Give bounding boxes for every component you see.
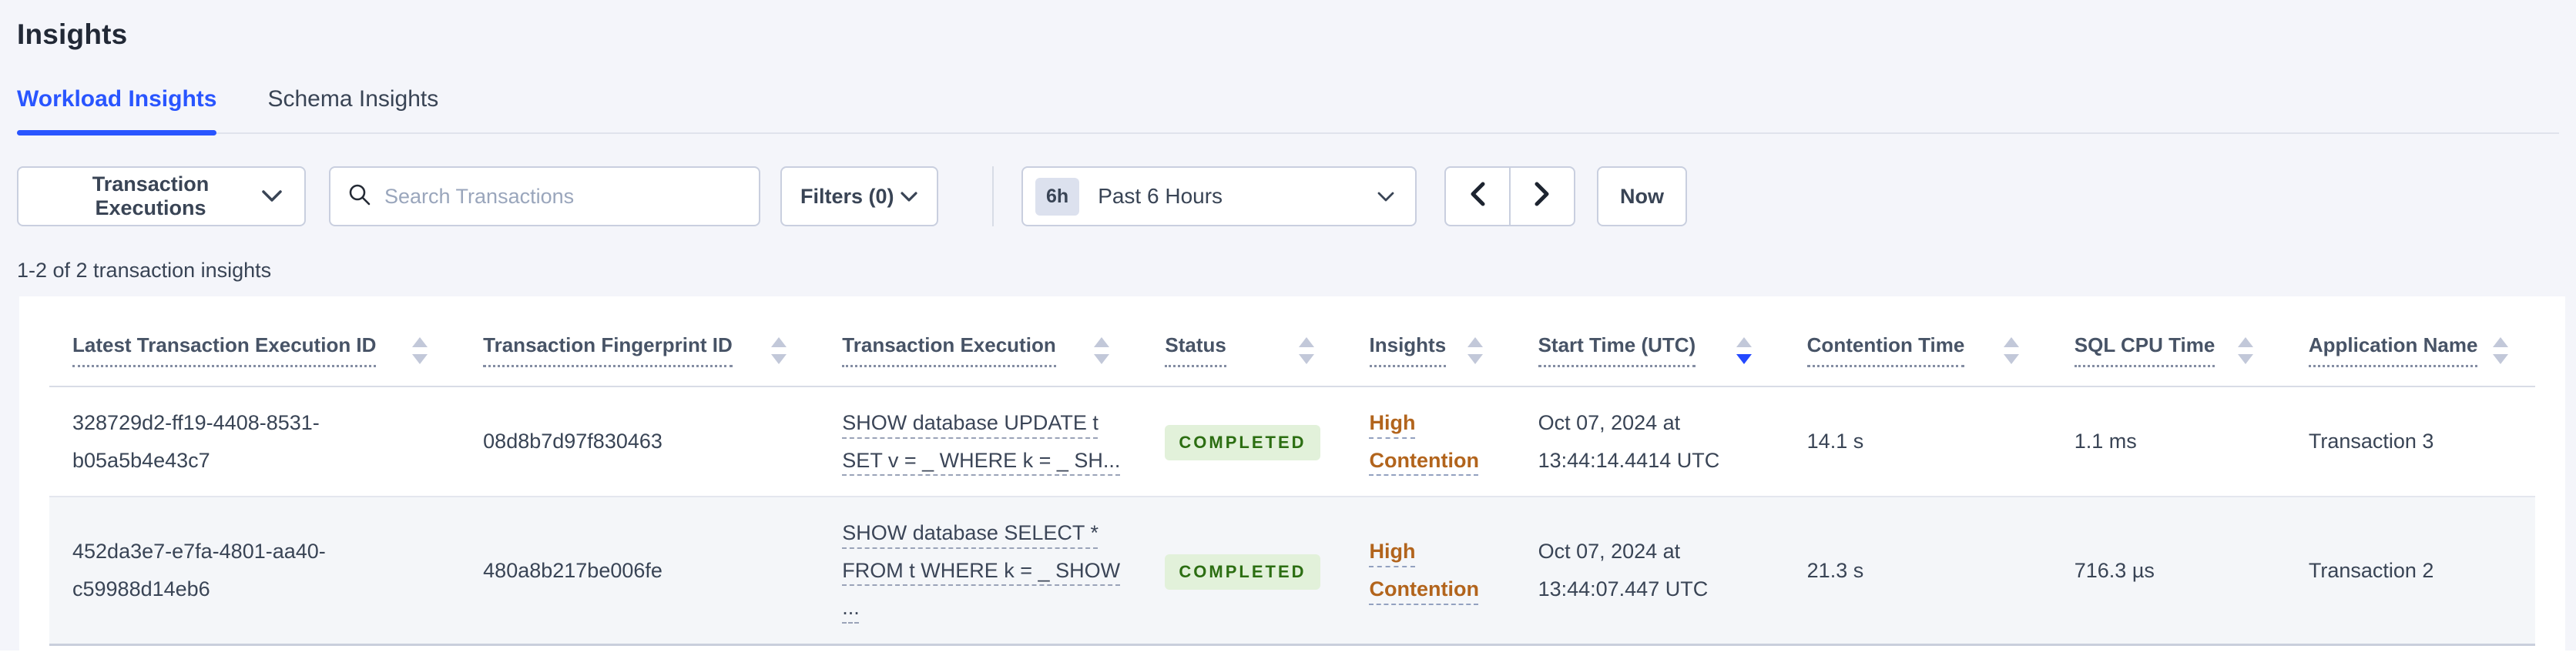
cell-insights: High Contention [1347,497,1515,644]
time-preset-badge: 6h [1035,177,1080,216]
insight-link[interactable]: High Contention [1370,540,1479,600]
status-badge: COMPLETED [1165,554,1320,590]
cell-status: COMPLETED [1142,497,1346,644]
tab-bar: Workload Insights Schema Insights [17,86,2559,135]
time-range-label: Past 6 Hours [1098,184,1223,208]
cell-application-name: Transaction 2 [2308,558,2434,582]
cell-sql-cpu-time: 1.1 ms [2074,430,2137,453]
tab-workload-insights[interactable]: Workload Insights [17,86,217,135]
results-count: 1-2 of 2 transaction insights [17,259,272,282]
sort-icon [2237,336,2253,364]
search-icon [347,182,372,211]
cell-transaction-execution: SHOW database SELECT * FROM t WHERE k = … [819,497,1142,644]
cell-start-time: Oct 07, 2024 at 13:44:14.4414 UTC [1538,411,1720,472]
transaction-statement-link[interactable]: SHOW database SELECT * FROM t WHERE k = … [842,521,1120,619]
sort-icon [771,336,787,364]
cell-contention-time: 14.1 s [1806,430,1864,453]
column-header-sql-cpu-time[interactable]: SQL CPU Time [2051,296,2286,386]
insight-link[interactable]: High Contention [1370,411,1479,472]
insights-page: Insights Workload Insights Schema Insigh… [0,0,2576,659]
sort-icon [412,336,428,364]
column-header-start-time[interactable]: Start Time (UTC) [1515,296,1784,386]
sort-icon [1736,336,1752,364]
column-header-status[interactable]: Status [1142,296,1346,386]
prev-range-button[interactable] [1444,166,1511,226]
sort-icon [2493,336,2509,364]
chevron-down-icon [1377,184,1395,209]
sort-icon [1094,336,1110,364]
filters-button[interactable]: Filters (0) [780,166,938,226]
sort-icon [1467,336,1483,364]
sort-icon [2003,336,2019,364]
cell-transaction-execution: SHOW database UPDATE t SET v = _ WHERE k… [819,386,1142,497]
now-button[interactable]: Now [1597,166,1687,226]
insight-type-dropdown-label: Transaction Executions [92,172,210,219]
table-row: 452da3e7-e7fa-4801-aa40-c59988d14eb6 480… [49,497,2535,645]
chevron-down-icon [900,185,918,209]
column-header-latest-transaction-execution-id[interactable]: Latest Transaction Execution ID [49,296,460,386]
filters-button-label: Filters (0) [800,184,894,208]
cell-execution-id: 328729d2-ff19-4408-8531-b05a5b4e43c7 [72,411,320,472]
cell-fingerprint-id: 480a8b217be006fe [483,558,662,582]
chevron-down-icon [261,185,283,209]
column-header-transaction-fingerprint-id[interactable]: Transaction Fingerprint ID [460,296,819,386]
time-range-pager [1444,166,1575,226]
tab-schema-insights[interactable]: Schema Insights [267,86,438,132]
cell-contention-time: 21.3 s [1806,558,1864,582]
search-input[interactable] [384,184,742,209]
chevron-left-icon [1469,181,1486,212]
cell-fingerprint-id: 08d8b7d97f830463 [483,430,662,453]
time-range-picker[interactable]: 6h Past 6 Hours [1021,166,1417,226]
cell-application-name: Transaction 3 [2308,430,2434,453]
insight-type-dropdown[interactable]: Transaction Executions [17,166,306,226]
transaction-statement-link[interactable]: SHOW database UPDATE t SET v = _ WHERE k… [842,411,1120,472]
insights-table-panel: Latest Transaction Execution ID Transact… [19,296,2565,659]
column-header-contention-time[interactable]: Contention Time [1784,296,2051,386]
transaction-insights-table: Latest Transaction Execution ID Transact… [49,296,2535,646]
toolbar: Transaction Executions Filters (0) 6h Pa… [17,166,2576,226]
column-header-insights[interactable]: Insights [1347,296,1515,386]
cell-start-time: Oct 07, 2024 at 13:44:07.447 UTC [1538,540,1709,601]
table-header-row: Latest Transaction Execution ID Transact… [49,296,2535,386]
search-box [329,166,760,226]
cell-insights: High Contention [1347,386,1515,497]
chevron-right-icon [1534,181,1551,212]
toolbar-divider [992,166,994,226]
cell-sql-cpu-time: 716.3 µs [2074,558,2155,582]
page-title: Insights [17,18,128,50]
next-range-button[interactable] [1509,166,1575,226]
status-badge: COMPLETED [1165,425,1320,461]
cell-status: COMPLETED [1142,386,1346,497]
sort-icon [1298,336,1314,364]
column-header-transaction-execution[interactable]: Transaction Execution [819,296,1142,386]
table-row: 328729d2-ff19-4408-8531-b05a5b4e43c7 08d… [49,386,2535,497]
cell-execution-id: 452da3e7-e7fa-4801-aa40-c59988d14eb6 [72,540,326,601]
column-header-application-name[interactable]: Application Name [2286,296,2535,386]
